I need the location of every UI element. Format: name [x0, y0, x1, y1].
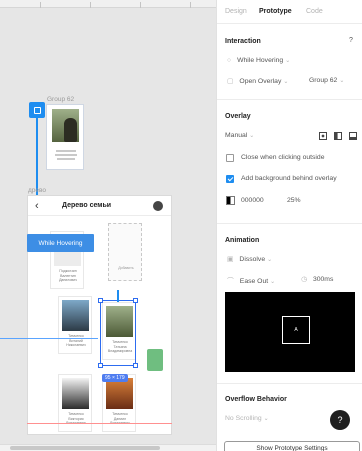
properties-panel: Design Prototype Code Interaction ? ○ Whi…: [216, 0, 362, 451]
guide-line: [0, 338, 98, 339]
avatar[interactable]: [153, 201, 163, 211]
add-background-label: Add background behind overlay: [241, 175, 337, 182]
close-outside-label: Close when clicking outside: [241, 154, 325, 161]
add-background-checkbox[interactable]: [226, 175, 234, 183]
show-prototype-settings-button[interactable]: Show Prototype Settings: [224, 441, 360, 451]
help-button[interactable]: ?: [330, 410, 350, 430]
easing-dropdown[interactable]: ⌒ Ease Out ⌄: [227, 275, 275, 285]
section-title: Overflow Behavior: [225, 396, 287, 403]
chevron-down-icon: ⌄: [283, 79, 289, 85]
frame-label[interactable]: древо: [28, 187, 46, 194]
bg-opacity-input[interactable]: 25%: [287, 197, 301, 204]
easing-curve-icon: ⌒: [227, 278, 234, 285]
card-caption-lines: [53, 148, 79, 162]
trigger-dropdown[interactable]: ○ While Hovering ⌄: [227, 57, 290, 64]
section-title: Interaction: [225, 38, 261, 45]
connection-line[interactable]: [117, 290, 119, 302]
card-caption: Тимченко Виталий Николаевич: [66, 334, 86, 347]
tree-card[interactable]: Тимченко Виталий Николаевич: [58, 296, 92, 354]
chevron-down-icon: ⌄: [339, 78, 345, 84]
while-hovering-trigger-label[interactable]: While Hovering: [27, 234, 94, 252]
tab-prototype[interactable]: Prototype: [259, 8, 292, 15]
tab-design[interactable]: Design: [225, 8, 247, 15]
chevron-down-icon: ⌄: [270, 279, 276, 285]
guide-line: [27, 423, 172, 424]
resize-handle[interactable]: [133, 363, 138, 368]
help-icon[interactable]: ?: [349, 37, 353, 44]
phone-header: ‹ Дерево семьи: [28, 196, 171, 216]
interaction-section: Interaction ? ○ While Hovering ⌄ ▢ Open Ove…: [217, 24, 362, 100]
dot-icon: ○: [227, 57, 232, 64]
add-relative-card[interactable]: Добавить: [108, 223, 142, 281]
destination-dropdown[interactable]: Group 62 ⌄: [309, 77, 344, 84]
duration-input[interactable]: ◷ 300ms: [301, 275, 333, 283]
component-chip[interactable]: [147, 349, 163, 371]
add-relative-label: Добавить: [118, 266, 134, 270]
person-photo: [62, 300, 89, 331]
clock-icon: ◷: [301, 276, 307, 283]
chevron-down-icon: ⌄: [263, 416, 269, 422]
hotspot-handle[interactable]: [29, 102, 45, 118]
action-dropdown[interactable]: ▢ Open Overlay ⌄: [227, 77, 288, 85]
close-outside-checkbox[interactable]: [226, 154, 234, 162]
bg-color-input[interactable]: 000000: [241, 197, 264, 204]
chevron-down-icon: ⌄: [249, 133, 255, 139]
animation-type-dropdown[interactable]: ▣ Dissolve ⌄: [227, 255, 272, 263]
position-dropdown[interactable]: Manual ⌄: [225, 132, 254, 139]
person-photo: [52, 109, 79, 142]
overlay-section: Overlay Manual ⌄ Close when clicking outs…: [217, 100, 362, 224]
back-arrow-icon[interactable]: ‹: [35, 200, 39, 212]
tab-code[interactable]: Code: [306, 8, 323, 15]
size-badge: 95 × 179: [102, 374, 128, 382]
resize-handle[interactable]: [98, 298, 103, 303]
overlay-icon: ▢: [227, 78, 234, 85]
position-center-icon[interactable]: [319, 132, 327, 140]
group-62-label[interactable]: Group 62: [47, 96, 74, 103]
chevron-down-icon: ⌄: [267, 257, 273, 263]
section-title: Overlay: [225, 113, 251, 120]
group-62-overlay-card[interactable]: [46, 104, 84, 170]
section-title: Animation: [225, 237, 260, 244]
top-ruler: [0, 0, 216, 8]
design-canvas[interactable]: Group 62 древо ‹ Дерево семьи Подколзин В…: [0, 0, 216, 451]
position-left-icon[interactable]: [334, 132, 342, 140]
overflow-dropdown[interactable]: No Scrolling ⌄: [225, 415, 269, 422]
panel-tabs: Design Prototype Code: [217, 0, 362, 24]
person-photo: [62, 378, 89, 409]
phone-title: Дерево семьи: [62, 202, 112, 209]
selection-box[interactable]: [98, 298, 138, 368]
position-bottom-icon[interactable]: [349, 132, 357, 140]
card-caption: Подколзин Валентин Данилович: [59, 269, 77, 282]
dissolve-icon: ▣: [227, 256, 234, 263]
chevron-down-icon: ⌄: [285, 58, 291, 64]
resize-handle[interactable]: [98, 363, 103, 368]
color-swatch[interactable]: [226, 196, 235, 205]
animation-preview: A: [225, 292, 355, 372]
resize-handle[interactable]: [133, 298, 138, 303]
person-photo: [106, 378, 133, 409]
preview-frame: A: [282, 316, 310, 344]
frame-icon: [33, 106, 41, 114]
horizontal-scrollbar[interactable]: [0, 444, 216, 451]
